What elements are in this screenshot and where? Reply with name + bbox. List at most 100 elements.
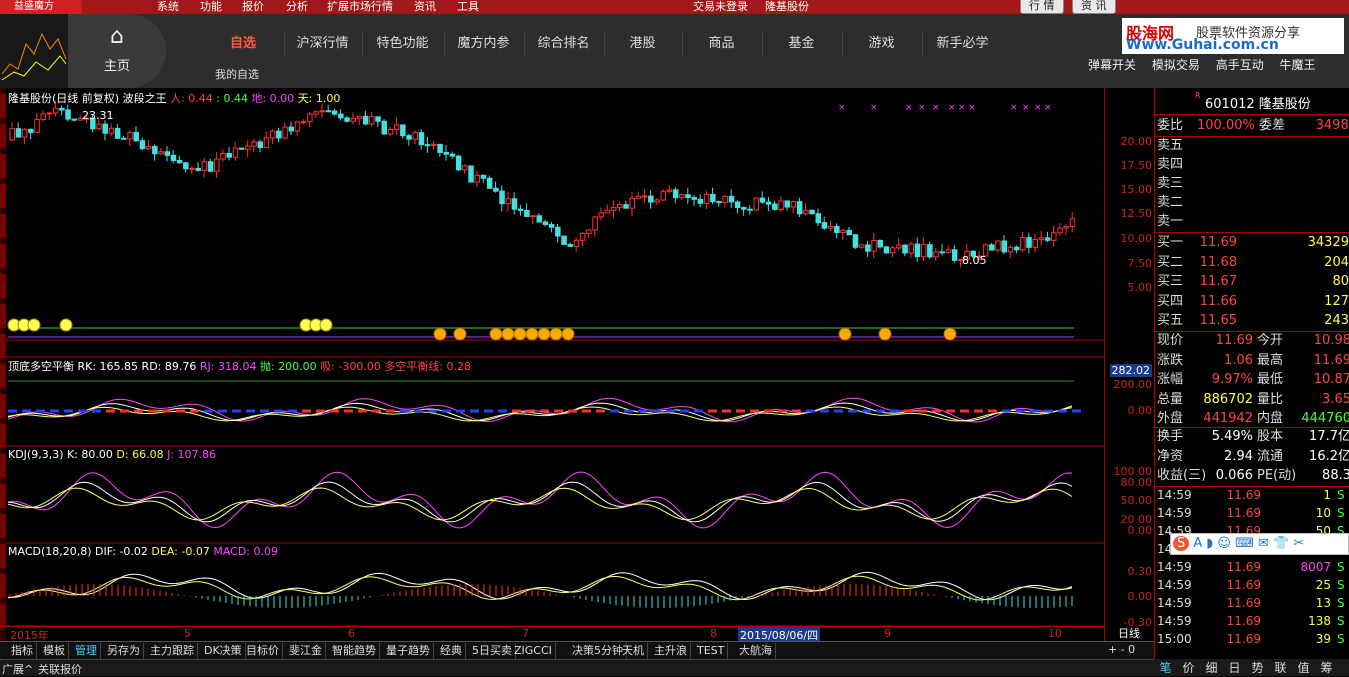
side-tag[interactable] <box>0 514 6 538</box>
indicator-tab[interactable]: 智能趋势 <box>329 643 380 659</box>
quote-field: 总量 <box>1157 391 1184 407</box>
side-tag[interactable] <box>0 214 6 238</box>
candle-body <box>933 251 939 258</box>
candle-body <box>772 203 778 210</box>
side-tag[interactable] <box>0 574 6 598</box>
indicator-tab[interactable]: 量子趋势 <box>383 643 434 659</box>
side-tag[interactable] <box>0 544 6 568</box>
tab-games[interactable]: 游戏 <box>842 31 920 57</box>
menu-analysis[interactable]: 分析 <box>286 0 308 14</box>
menu-extended-market[interactable]: 扩展市场行情 <box>327 0 393 14</box>
side-tag[interactable] <box>0 304 6 328</box>
pumpkin-icon <box>513 327 527 341</box>
app-logo: 益盛魔方 <box>0 0 82 14</box>
side-tag[interactable] <box>0 334 6 358</box>
side-tag[interactable] <box>0 274 6 298</box>
expert-chat-link[interactable]: 高手互动 <box>1216 58 1264 72</box>
panel4-y-label: 0.00 <box>1127 590 1153 603</box>
sogou-icon[interactable]: S <box>1173 536 1190 551</box>
tab-favorites[interactable]: 自选 <box>214 31 272 57</box>
panel-tab[interactable]: 联 <box>1269 659 1292 676</box>
quote-field: 10.98 <box>1313 333 1349 348</box>
candle-body <box>542 221 549 226</box>
panel-tab[interactable]: 笔 <box>1154 659 1177 676</box>
tab-hs-market[interactable]: 沪深行情 <box>284 31 360 57</box>
side-tag[interactable] <box>0 184 6 208</box>
quote-field: 内盘 <box>1257 411 1284 426</box>
tab-hk-stocks[interactable]: 港股 <box>604 31 680 57</box>
side-tag[interactable] <box>0 484 6 508</box>
candle-body <box>908 243 914 254</box>
zoom-controls[interactable]: + - 0 <box>1108 643 1135 656</box>
ime-toolbar[interactable]: S A ◗ ☺ ⌨ ✉ 👕 ✂ <box>1170 533 1349 555</box>
indicator-tab[interactable]: 另存为 <box>104 643 144 659</box>
indicator-tab[interactable]: 斐江金 <box>286 643 326 659</box>
status-left[interactable]: 广展^ <box>2 661 33 677</box>
indicator-tab[interactable]: 主力跟踪 <box>147 643 198 659</box>
candle-body <box>245 145 251 150</box>
candle-body <box>610 207 617 211</box>
indicator-tab[interactable]: 5日买卖 <box>469 643 516 659</box>
panel-tab[interactable]: 筹 <box>1315 659 1338 676</box>
indicator-tab[interactable]: 目标价 <box>243 643 283 659</box>
ad-banner[interactable]: 股海网 股票软件资源分享 Www.Guhai.com.cn <box>1122 18 1344 54</box>
side-tag[interactable] <box>0 244 6 268</box>
indicator-tab[interactable]: 指标 <box>8 643 37 659</box>
indicator-tab[interactable]: ZIGCCI <box>511 643 556 659</box>
tab-insider[interactable]: 魔方内参 <box>444 31 522 57</box>
tab-special-functions[interactable]: 特色功能 <box>362 31 442 57</box>
quote-field: 涨幅 <box>1157 372 1184 387</box>
subtab-my-favorites[interactable]: 我的自选 <box>215 66 259 82</box>
candle-body <box>226 153 232 158</box>
danmaku-toggle[interactable]: 弹幕开关 <box>1088 58 1136 72</box>
panel-tab[interactable]: 价 <box>1177 659 1200 676</box>
side-tag[interactable] <box>0 454 6 478</box>
indicator-tab[interactable]: DK决策 <box>201 643 246 659</box>
menu-news[interactable]: 资讯 <box>414 0 436 14</box>
candle-body <box>759 197 766 203</box>
side-tag[interactable] <box>0 364 6 388</box>
candle-body <box>511 198 518 210</box>
main-y-label: 10.00 <box>1120 232 1153 245</box>
indicator-tab[interactable]: 天机 <box>619 643 648 659</box>
indicator-tab[interactable]: 大航海 <box>736 643 776 659</box>
tab-funds[interactable]: 基金 <box>762 31 840 57</box>
niumowang-link[interactable]: 牛魔王 <box>1280 58 1316 72</box>
period-label[interactable]: 日线 <box>1118 625 1140 641</box>
indicator-tab[interactable]: TEST <box>694 643 729 659</box>
left-side-tags[interactable] <box>0 88 6 641</box>
side-tag[interactable] <box>0 424 6 448</box>
side-tag[interactable] <box>0 394 6 418</box>
indicator-tab[interactable]: 经典 <box>437 643 466 659</box>
indicator-tab[interactable]: 主升浪 <box>651 643 691 659</box>
related-quote-link[interactable]: 关联报价 <box>38 661 82 677</box>
quote-field: 17.7亿 <box>1309 429 1349 444</box>
quote-field: 买三 <box>1157 274 1184 289</box>
side-tag[interactable] <box>0 604 6 628</box>
panel-tab[interactable]: 势 <box>1246 659 1269 676</box>
sim-trade-link[interactable]: 模拟交易 <box>1152 58 1200 72</box>
candle-body <box>883 246 890 254</box>
menu-tools[interactable]: 工具 <box>457 0 479 14</box>
info-button[interactable]: 资 讯 <box>1072 0 1116 14</box>
menu-system[interactable]: 系统 <box>157 0 179 14</box>
side-tag[interactable] <box>0 94 6 118</box>
candle-body <box>356 115 363 119</box>
tab-ranking[interactable]: 综合排名 <box>524 31 602 57</box>
quote-button[interactable]: 行 情 <box>1020 0 1064 14</box>
side-tag[interactable] <box>0 124 6 148</box>
candle-body <box>375 116 381 122</box>
menu-quote[interactable]: 报价 <box>242 0 264 14</box>
indicator-tab[interactable]: 管理 <box>72 643 101 659</box>
panel-tab[interactable]: 日 <box>1223 659 1246 676</box>
menu-function[interactable]: 功能 <box>200 0 222 14</box>
side-tag[interactable] <box>0 154 6 178</box>
ime-icons[interactable]: A ◗ ☺ ⌨ ✉ 👕 ✂ <box>1193 536 1304 551</box>
panel-tab[interactable]: 细 <box>1200 659 1223 676</box>
indicator-tab[interactable]: 模板 <box>40 643 69 659</box>
tab-commodities[interactable]: 商品 <box>682 31 760 57</box>
tab-beginner[interactable]: 新手必学 <box>922 31 1002 57</box>
home-button[interactable]: ⌂ 主页 <box>68 14 166 88</box>
panel-tab[interactable]: 值 <box>1292 659 1315 676</box>
candle-body <box>145 145 152 150</box>
